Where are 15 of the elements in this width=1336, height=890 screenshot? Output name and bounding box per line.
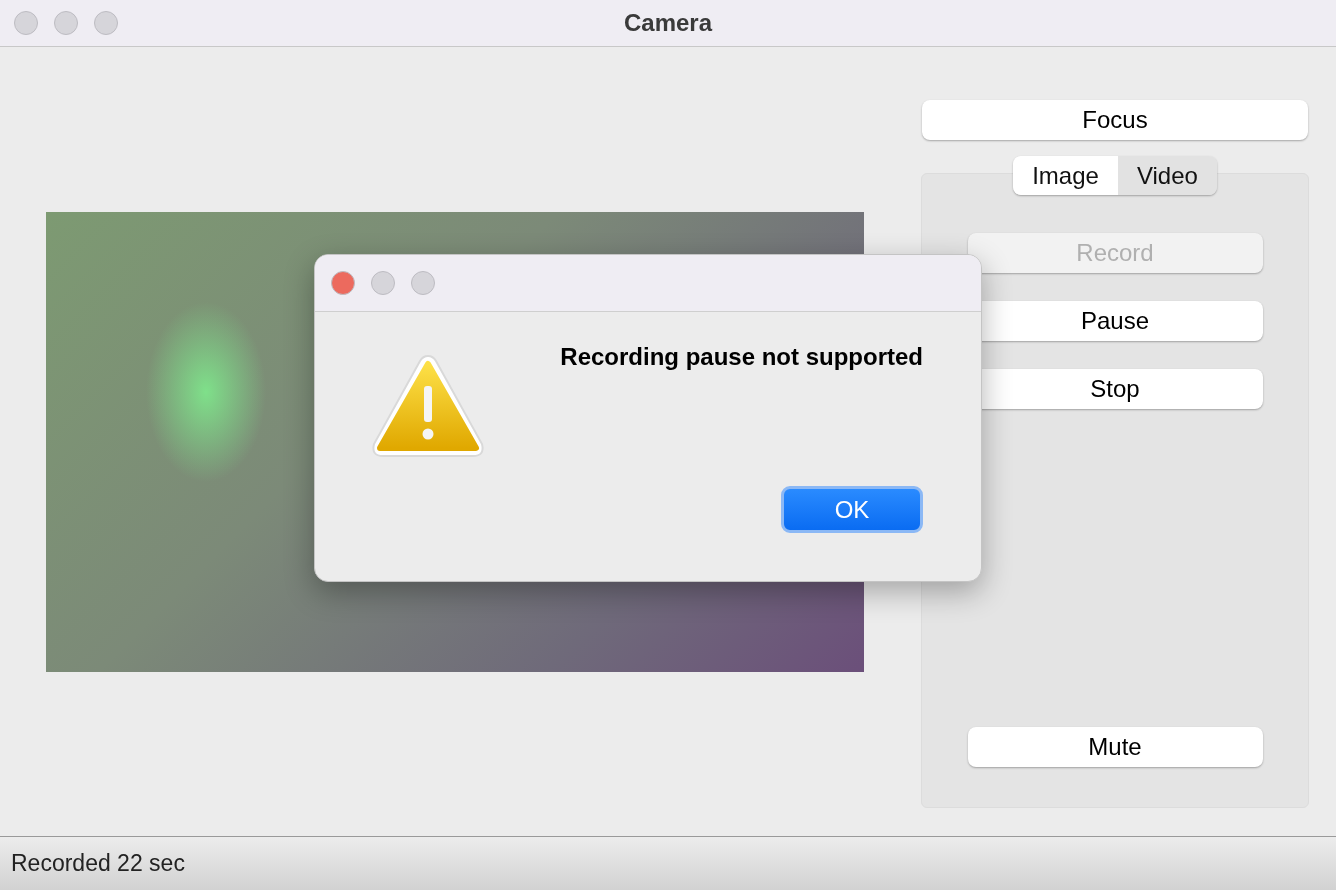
zoom-icon[interactable] [411,271,435,295]
window-title: Camera [623,9,713,36]
mute-button[interactable]: Mute [967,727,1263,767]
status-text: Recorded 22 sec [11,850,185,877]
ok-button[interactable]: OK [781,486,923,533]
warning-icon [369,352,487,460]
tab[interactable]: Video [1117,156,1217,195]
close-icon[interactable] [331,271,355,295]
close-icon[interactable] [14,11,38,35]
alert-message: Recording pause not supported [560,343,923,371]
focus-button[interactable]: Focus [922,100,1308,140]
minimize-icon[interactable] [371,271,395,295]
minimize-icon[interactable] [54,11,78,35]
zoom-icon[interactable] [94,11,118,35]
tab[interactable]: Image [1013,156,1118,195]
